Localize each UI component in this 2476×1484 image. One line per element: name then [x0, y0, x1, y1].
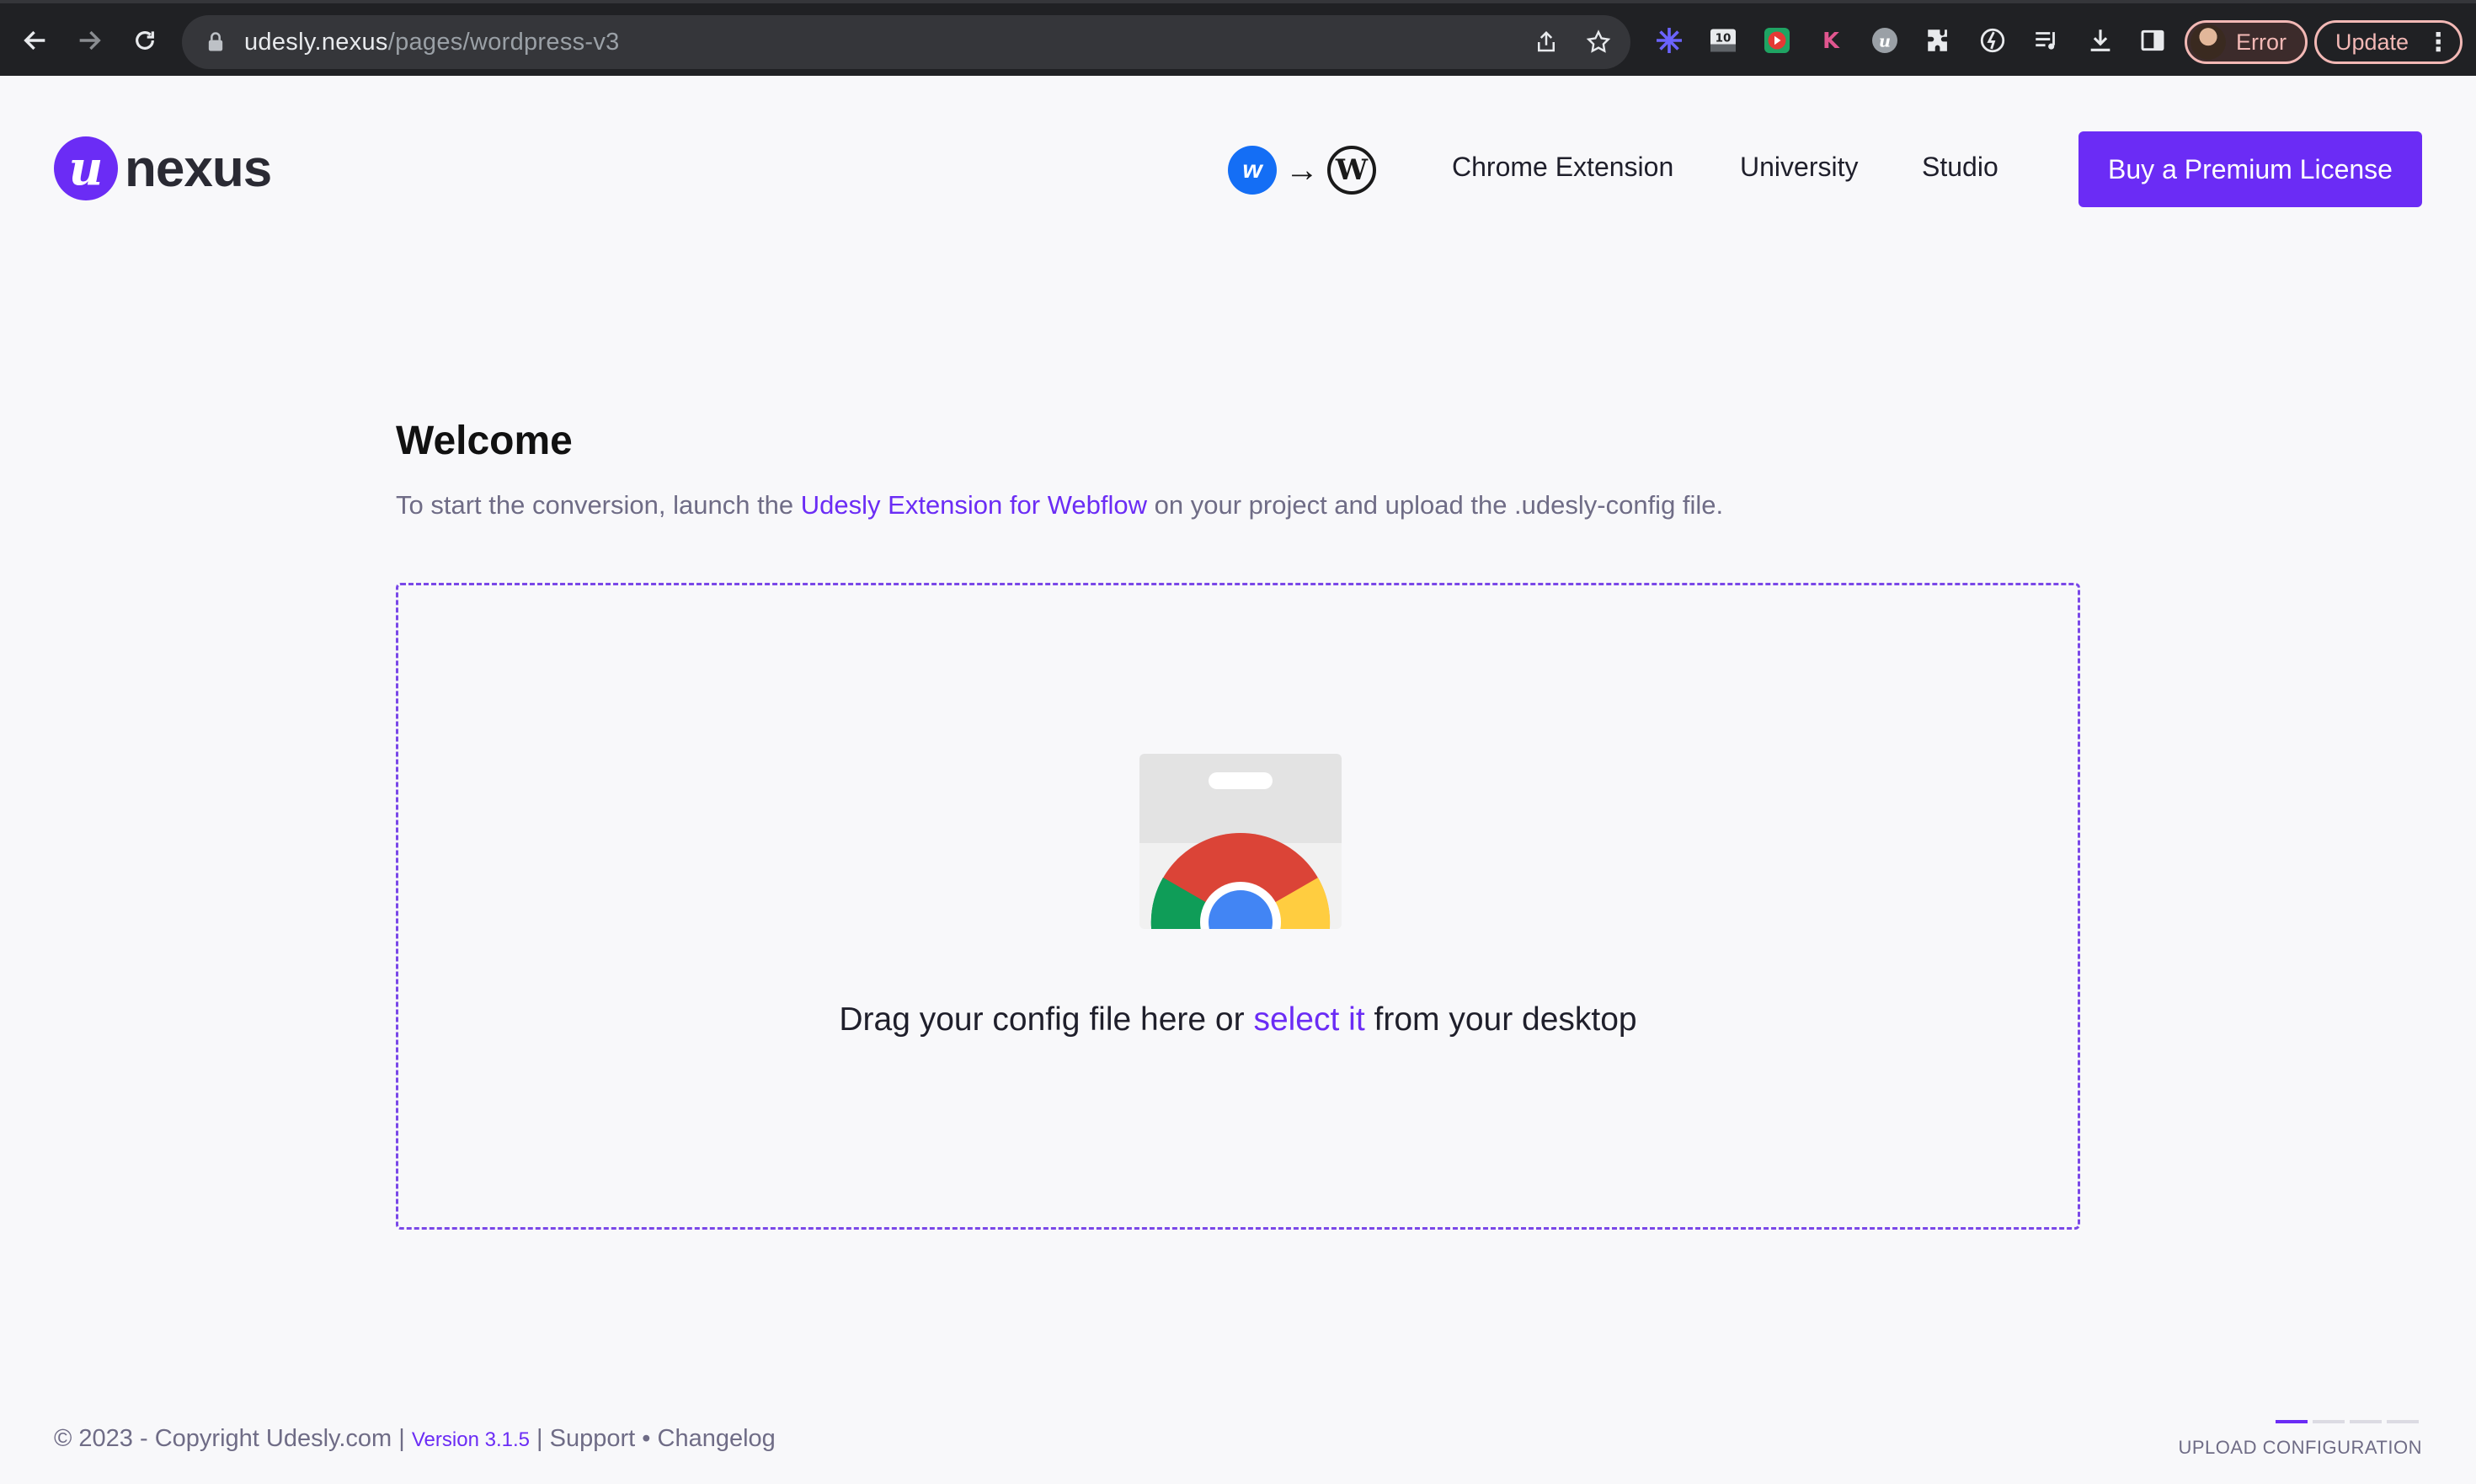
- nexus-logo[interactable]: u nexus: [54, 135, 272, 202]
- ten-extension-icon: 10: [1710, 29, 1736, 52]
- wordpress-icon: W: [1327, 146, 1376, 195]
- snowflake-extension-icon: [1657, 28, 1682, 53]
- address-bar[interactable]: udesly.nexus/pages/wordpress-v3: [182, 15, 1630, 69]
- webflow-icon: w: [1228, 146, 1277, 195]
- step-segment: [2387, 1420, 2419, 1423]
- webflow-mark: w: [1242, 156, 1262, 184]
- back-button[interactable]: [13, 19, 57, 62]
- udesly-extension-icon: u: [1872, 28, 1897, 53]
- avatar: [2191, 24, 2226, 60]
- lock-icon: [208, 32, 223, 51]
- play-extension-icon: [1764, 28, 1790, 53]
- update-label: Update: [2335, 29, 2409, 55]
- update-button[interactable]: Update ⋮: [2314, 20, 2463, 64]
- speed-icon: [1980, 28, 2005, 53]
- ten-extension[interactable]: 10: [1706, 24, 1740, 57]
- url-host: udesly.nexus: [244, 28, 388, 56]
- nav-chrome-extension[interactable]: Chrome Extension: [1452, 152, 1673, 183]
- footer-dot: •: [635, 1425, 658, 1452]
- snowflake-extension[interactable]: [1652, 24, 1686, 57]
- footer-separator: |: [392, 1425, 412, 1452]
- browser-toolbar: udesly.nexus/pages/wordpress-v3 10 K u E…: [0, 0, 2476, 76]
- nav-university[interactable]: University: [1740, 152, 1858, 183]
- share-icon: [1538, 30, 1555, 52]
- step-segment: [2276, 1420, 2308, 1423]
- logo-mark: u: [68, 141, 104, 196]
- copyright-text: © 2023 - Copyright Udesly.com: [54, 1425, 392, 1452]
- star-icon: [1586, 29, 1611, 53]
- share-button[interactable]: [1533, 29, 1560, 56]
- drop-before: Drag your config file here or: [839, 1001, 1254, 1038]
- forward-button[interactable]: [67, 19, 111, 62]
- error-label: Error: [2236, 29, 2287, 55]
- wordpress-mark: W: [1335, 153, 1369, 187]
- side-panel-button[interactable]: [2136, 24, 2169, 57]
- arrow-right-icon: →: [1285, 151, 1319, 189]
- nav-studio[interactable]: Studio: [1922, 152, 1998, 183]
- back-arrow-icon: [24, 30, 45, 51]
- performance-button[interactable]: [1976, 24, 2009, 57]
- profile-error-button[interactable]: Error: [2185, 20, 2308, 64]
- udesly-extension[interactable]: u: [1868, 24, 1902, 57]
- page-title: Welcome: [396, 419, 573, 463]
- chrome-web-store-icon: [1139, 754, 1342, 929]
- step-label: UPLOAD CONFIGURATION: [2178, 1437, 2422, 1458]
- support-link[interactable]: Support: [550, 1425, 636, 1452]
- version-link[interactable]: Version 3.1.5: [412, 1428, 530, 1451]
- step-progress: [2276, 1420, 2419, 1423]
- svg-text:u: u: [1879, 32, 1891, 51]
- forward-arrow-icon: [79, 30, 101, 51]
- webflow-to-wordpress-indicator: w → W: [1228, 145, 1376, 195]
- footer-separator: |: [529, 1425, 550, 1452]
- k-extension[interactable]: K: [1814, 24, 1848, 57]
- drop-after: from your desktop: [1364, 1001, 1637, 1038]
- svg-text:10: 10: [1716, 32, 1732, 45]
- reload-icon: [136, 31, 154, 50]
- download-icon: [2090, 29, 2110, 51]
- buy-premium-license-button[interactable]: Buy a Premium License: [2078, 131, 2422, 207]
- play-extension[interactable]: [1760, 24, 1794, 57]
- url-path: /pages/wordpress-v3: [387, 28, 620, 56]
- url-text: udesly.nexus/pages/wordpress-v3: [244, 29, 620, 56]
- reload-button[interactable]: [123, 19, 167, 62]
- extensions-button[interactable]: [1922, 24, 1956, 57]
- footer: © 2023 - Copyright Udesly.com | Version …: [54, 1425, 776, 1453]
- more-vert-icon[interactable]: ⋮: [2425, 28, 2451, 57]
- config-dropzone[interactable]: Drag your config file here or select it …: [396, 583, 2080, 1230]
- step-segment: [2350, 1420, 2382, 1423]
- bookmark-button[interactable]: [1585, 29, 1612, 56]
- k-extension-icon: K: [1822, 29, 1840, 54]
- select-file-link[interactable]: select it: [1253, 1001, 1364, 1038]
- intro-text: To start the conversion, launch the Udes…: [396, 490, 1723, 520]
- media-button[interactable]: [2030, 24, 2063, 57]
- udesly-logo-icon: u: [54, 136, 118, 200]
- logo-text: nexus: [125, 139, 272, 198]
- step-segment: [2313, 1420, 2345, 1423]
- puzzle-extension-icon: [1928, 29, 1947, 51]
- intro-after: on your project and upload the .udesly-c…: [1147, 490, 1724, 520]
- svg-text:K: K: [1822, 29, 1840, 54]
- drop-instruction: Drag your config file here or select it …: [398, 1001, 2078, 1038]
- downloads-button[interactable]: [2084, 24, 2117, 57]
- changelog-link[interactable]: Changelog: [658, 1425, 776, 1452]
- intro-before: To start the conversion, launch the: [396, 490, 801, 520]
- udesly-extension-link[interactable]: Udesly Extension for Webflow: [801, 490, 1147, 520]
- side-panel-icon: [2141, 29, 2164, 51]
- playlist-icon: [2036, 32, 2055, 50]
